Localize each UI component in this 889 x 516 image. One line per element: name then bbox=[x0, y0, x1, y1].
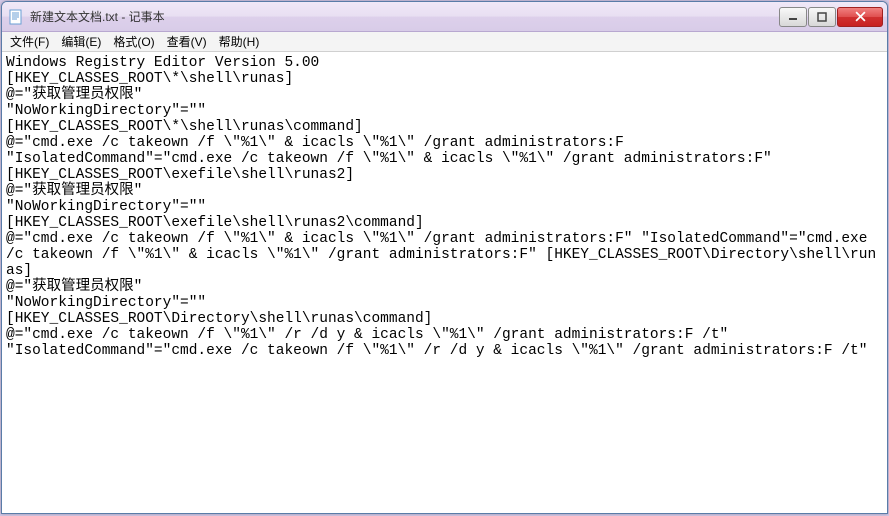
menu-view[interactable]: 查看(V) bbox=[161, 31, 213, 52]
titlebar[interactable]: 新建文本文档.txt - 记事本 bbox=[2, 2, 887, 32]
menu-format[interactable]: 格式(O) bbox=[107, 31, 160, 52]
menu-edit[interactable]: 编辑(E) bbox=[55, 31, 107, 52]
notepad-icon bbox=[8, 9, 24, 25]
close-button[interactable] bbox=[837, 7, 883, 27]
window-title: 新建文本文档.txt - 记事本 bbox=[30, 8, 779, 25]
minimize-button[interactable] bbox=[779, 7, 807, 27]
menu-help[interactable]: 帮助(H) bbox=[213, 31, 266, 52]
menu-file[interactable]: 文件(F) bbox=[4, 31, 55, 52]
window-controls bbox=[779, 7, 883, 27]
maximize-button[interactable] bbox=[808, 7, 836, 27]
menubar: 文件(F) 编辑(E) 格式(O) 查看(V) 帮助(H) bbox=[2, 32, 887, 52]
notepad-window: 新建文本文档.txt - 记事本 文件(F) 编辑(E) 格式(O) 查看(V)… bbox=[1, 1, 888, 514]
text-area[interactable]: Windows Registry Editor Version 5.00 [HK… bbox=[2, 52, 887, 513]
